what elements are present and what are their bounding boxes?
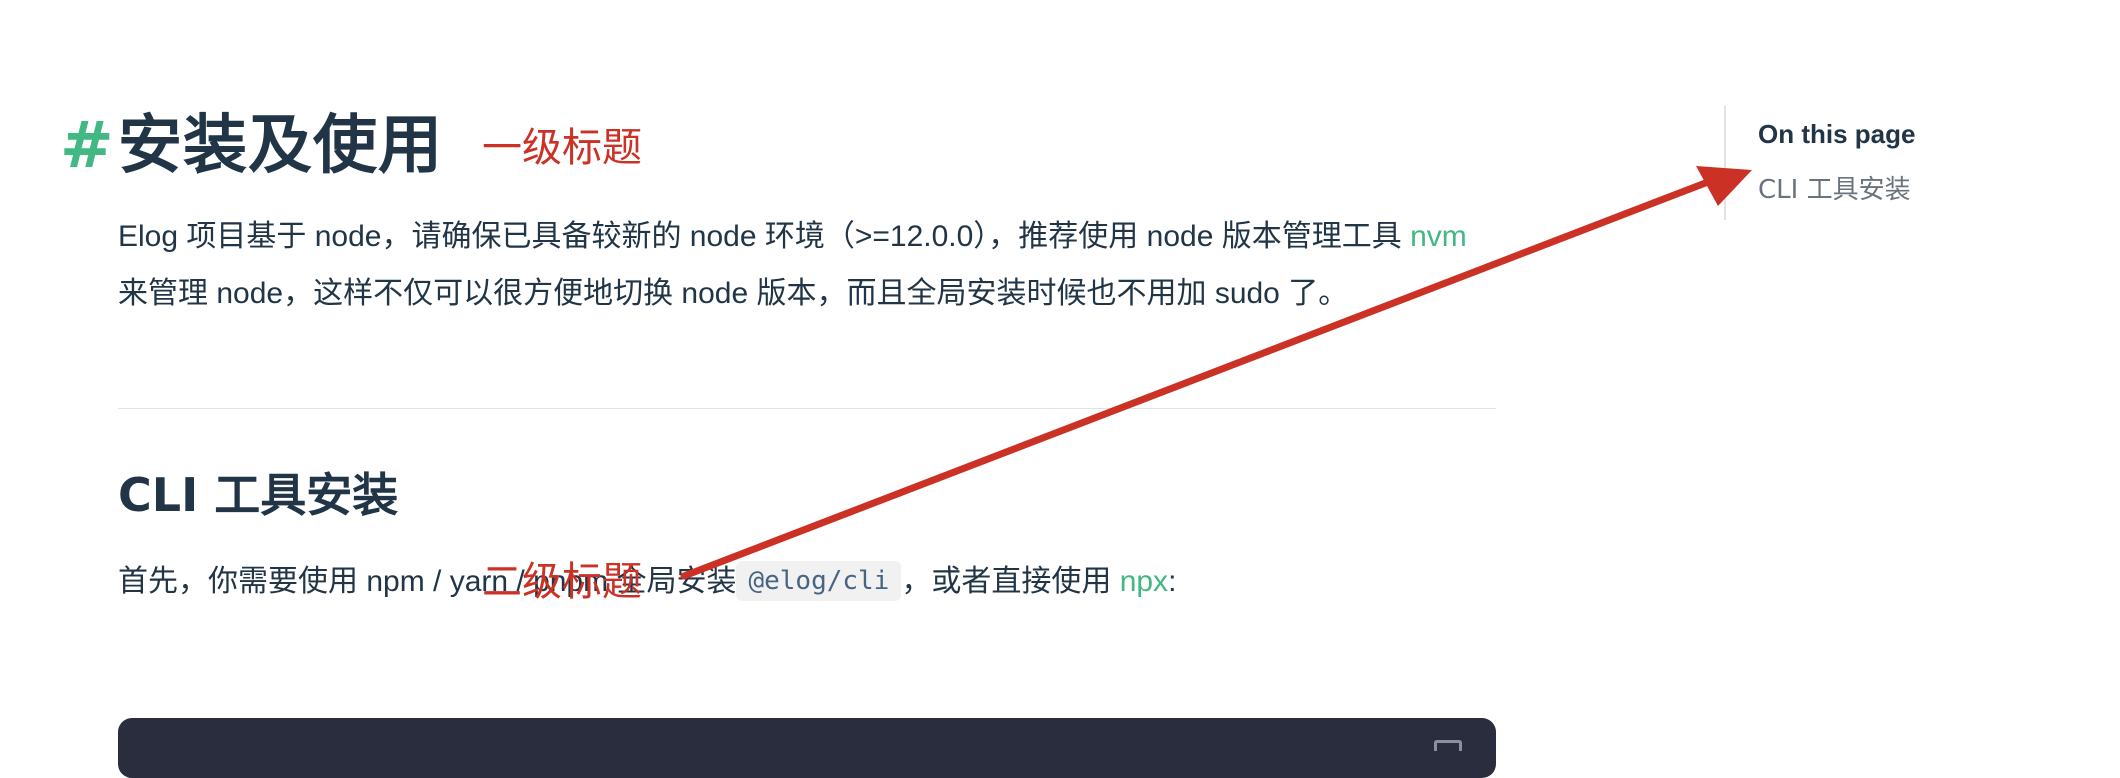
code-block xyxy=(118,718,1496,778)
install-text-2: ，或者直接使用 xyxy=(901,565,1120,598)
install-paragraph: 首先，你需要使用 npm / yarn / pnpm 全局安装 @elog/cli… xyxy=(118,553,1496,610)
page-title: # 安装及使用 xyxy=(60,108,1496,184)
section-title: CLI 工具安装 xyxy=(118,468,399,522)
package-name-code: @elog/cli xyxy=(736,561,902,601)
section-divider xyxy=(118,408,1496,409)
npx-link[interactable]: npx xyxy=(1120,565,1168,598)
table-of-contents: On this page CLI 工具安装 xyxy=(1724,106,1915,220)
nvm-link[interactable]: nvm xyxy=(1410,220,1467,253)
intro-paragraph: Elog 项目基于 node，请确保已具备较新的 node 环境（>=12.0.… xyxy=(118,208,1496,322)
toc-title: On this page xyxy=(1758,119,1916,149)
toc-item-cli-install[interactable]: CLI 工具安装 xyxy=(1758,174,1915,206)
intro-text-2: 来管理 node，这样不仅可以很方便地切换 node 版本，而且全局安装时候也不… xyxy=(118,277,1349,310)
heading-anchor-link[interactable]: # xyxy=(60,108,115,184)
page-title-text: 安装及使用 xyxy=(118,109,443,183)
annotation-h1-label: 一级标题 xyxy=(482,125,642,171)
annotation-h2-label: 二级标题 xyxy=(482,559,642,605)
install-text-1: 首先，你需要使用 npm / yarn / pnpm 全局安装 xyxy=(118,565,737,598)
main-content: # 安装及使用 Elog 项目基于 node，请确保已具备较新的 node 环境… xyxy=(60,108,1496,610)
install-text-3: : xyxy=(1168,565,1177,598)
intro-text-1: Elog 项目基于 node，请确保已具备较新的 node 环境（>=12.0.… xyxy=(118,220,1411,253)
